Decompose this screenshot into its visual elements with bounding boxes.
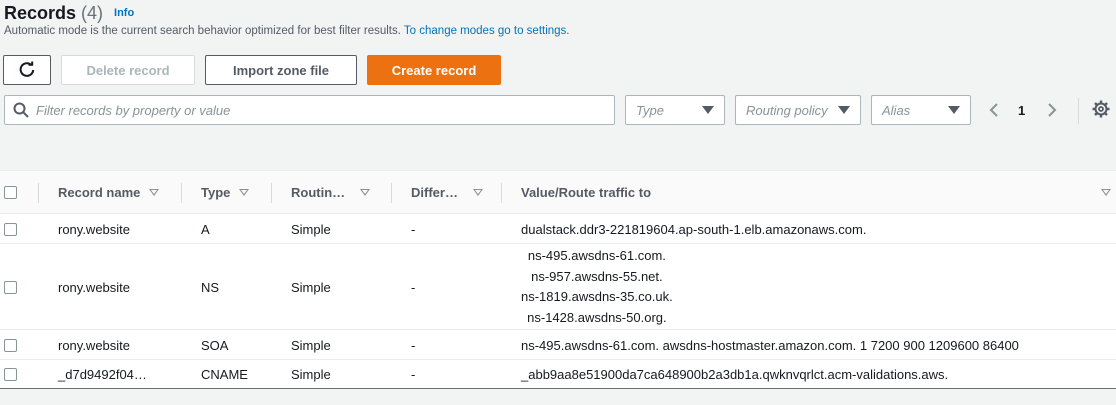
record-count: (4) (81, 2, 104, 23)
column-label: Differ… (411, 185, 458, 200)
differentiator: - (411, 279, 416, 295)
row-checkbox[interactable] (4, 244, 17, 330)
routing-policy: Simple (291, 221, 331, 237)
refresh-icon (19, 61, 35, 77)
value-line: ns-957.awsdns-55.net. (531, 268, 663, 284)
divider (1078, 98, 1079, 124)
column-label: Type (201, 185, 231, 200)
sort-icon (472, 189, 483, 196)
search-icon (13, 102, 29, 118)
routing-filter-label: Routing policy (746, 102, 828, 118)
column-differentiator[interactable]: Differ… (411, 171, 483, 214)
record-value: ns-495.awsdns-61.com. ns-957.awsdns-55.n… (521, 244, 673, 330)
routing-policy: Simple (291, 337, 331, 353)
import-zone-file-button[interactable]: Import zone file (205, 55, 357, 85)
record-value: dualstack.ddr3-221819604.ap-south-1.elb.… (521, 221, 867, 237)
value-line: ns-1428.awsdns-50.org. (527, 309, 667, 325)
record-type: CNAME (201, 366, 248, 382)
description: Automatic mode is the current search beh… (4, 25, 570, 37)
settings-link[interactable]: To change modes go to settings. (404, 25, 570, 37)
differentiator: - (411, 366, 416, 382)
chevron-right-icon (1048, 103, 1057, 117)
sort-icon (149, 189, 160, 196)
table-row[interactable]: rony.website A Simple - dualstack.ddr3-2… (0, 214, 1116, 244)
column-value[interactable]: Value/Route traffic to (521, 171, 651, 214)
page-title: Records (4, 2, 77, 23)
record-name: rony.website (58, 337, 131, 353)
record-type: NS (201, 279, 220, 295)
description-text: Automatic mode is the current search beh… (4, 25, 404, 37)
caret-down-icon (702, 106, 714, 114)
routing-policy: Simple (291, 279, 331, 295)
type-filter-label: Type (636, 102, 664, 118)
record-value: ns-495.awsdns-61.com. awsdns-hostmaster.… (521, 337, 1019, 353)
sort-icon (239, 189, 250, 196)
value-line: ns-495.awsdns-61.com. (527, 248, 666, 263)
record-name: rony.website (58, 279, 131, 295)
preferences-button[interactable] (1092, 100, 1110, 123)
record-type: SOA (201, 337, 229, 353)
column-label: Value/Route traffic to (521, 185, 652, 200)
gear-icon (1092, 100, 1110, 118)
column-divider (181, 183, 182, 203)
select-all-checkbox[interactable] (4, 171, 17, 214)
next-page-button[interactable] (1046, 96, 1062, 124)
column-label: Routin… (291, 185, 346, 200)
previous-page-button[interactable] (988, 96, 1004, 124)
routing-policy-filter-select[interactable]: Routing policy (735, 95, 861, 125)
record-type: A (201, 221, 210, 237)
record-name: _d7d9492f04… (58, 366, 147, 382)
column-divider (271, 183, 272, 203)
chevron-left-icon (989, 103, 998, 117)
page-header: Records (4) Info (4, 0, 134, 26)
sort-icon (1101, 189, 1111, 196)
type-filter-select[interactable]: Type (625, 95, 725, 125)
column-type[interactable]: Type (201, 171, 250, 214)
caret-down-icon (948, 106, 960, 114)
sort-icon (360, 189, 371, 196)
alias-filter-label: Alias (882, 102, 911, 118)
row-checkbox[interactable] (4, 214, 17, 244)
column-divider (391, 183, 392, 203)
page-number[interactable]: 1 (1018, 96, 1025, 124)
value-line: ns-1819.awsdns-35.co.uk. (521, 289, 673, 304)
table-row[interactable]: rony.website NS Simple - ns-495.awsdns-6… (0, 244, 1116, 330)
column-label: Record name (58, 185, 141, 200)
table-row[interactable]: _d7d9492f04… CNAME Simple - _abb9aa8e519… (0, 360, 1116, 388)
record-name: rony.website (58, 221, 131, 237)
value-sort-button[interactable] (1101, 171, 1111, 214)
search-input[interactable] (36, 102, 596, 118)
routing-policy: Simple (291, 366, 331, 382)
filter-search[interactable] (4, 95, 615, 125)
row-checkbox[interactable] (4, 360, 17, 388)
delete-record-button[interactable]: Delete record (61, 55, 195, 85)
caret-down-icon (838, 106, 850, 114)
info-link[interactable]: Info (114, 7, 134, 19)
create-record-button[interactable]: Create record (367, 55, 501, 85)
alias-filter-select[interactable]: Alias (871, 95, 971, 125)
records-table: Record name Type Routin… Differ… Value/R… (0, 170, 1116, 389)
differentiator: - (411, 221, 416, 237)
row-checkbox[interactable] (4, 330, 17, 360)
column-record-name[interactable]: Record name (58, 171, 160, 214)
differentiator: - (411, 337, 416, 353)
column-routing[interactable]: Routin… (291, 171, 371, 214)
column-divider (38, 183, 39, 203)
record-value: _abb9aa8e51900da7ca648900b2a3db1a.qwknvq… (521, 366, 949, 382)
refresh-button[interactable] (3, 55, 51, 85)
table-row[interactable]: rony.website SOA Simple - ns-495.awsdns-… (0, 330, 1116, 360)
table-header: Record name Type Routin… Differ… Value/R… (0, 171, 1116, 214)
column-divider (501, 183, 502, 203)
